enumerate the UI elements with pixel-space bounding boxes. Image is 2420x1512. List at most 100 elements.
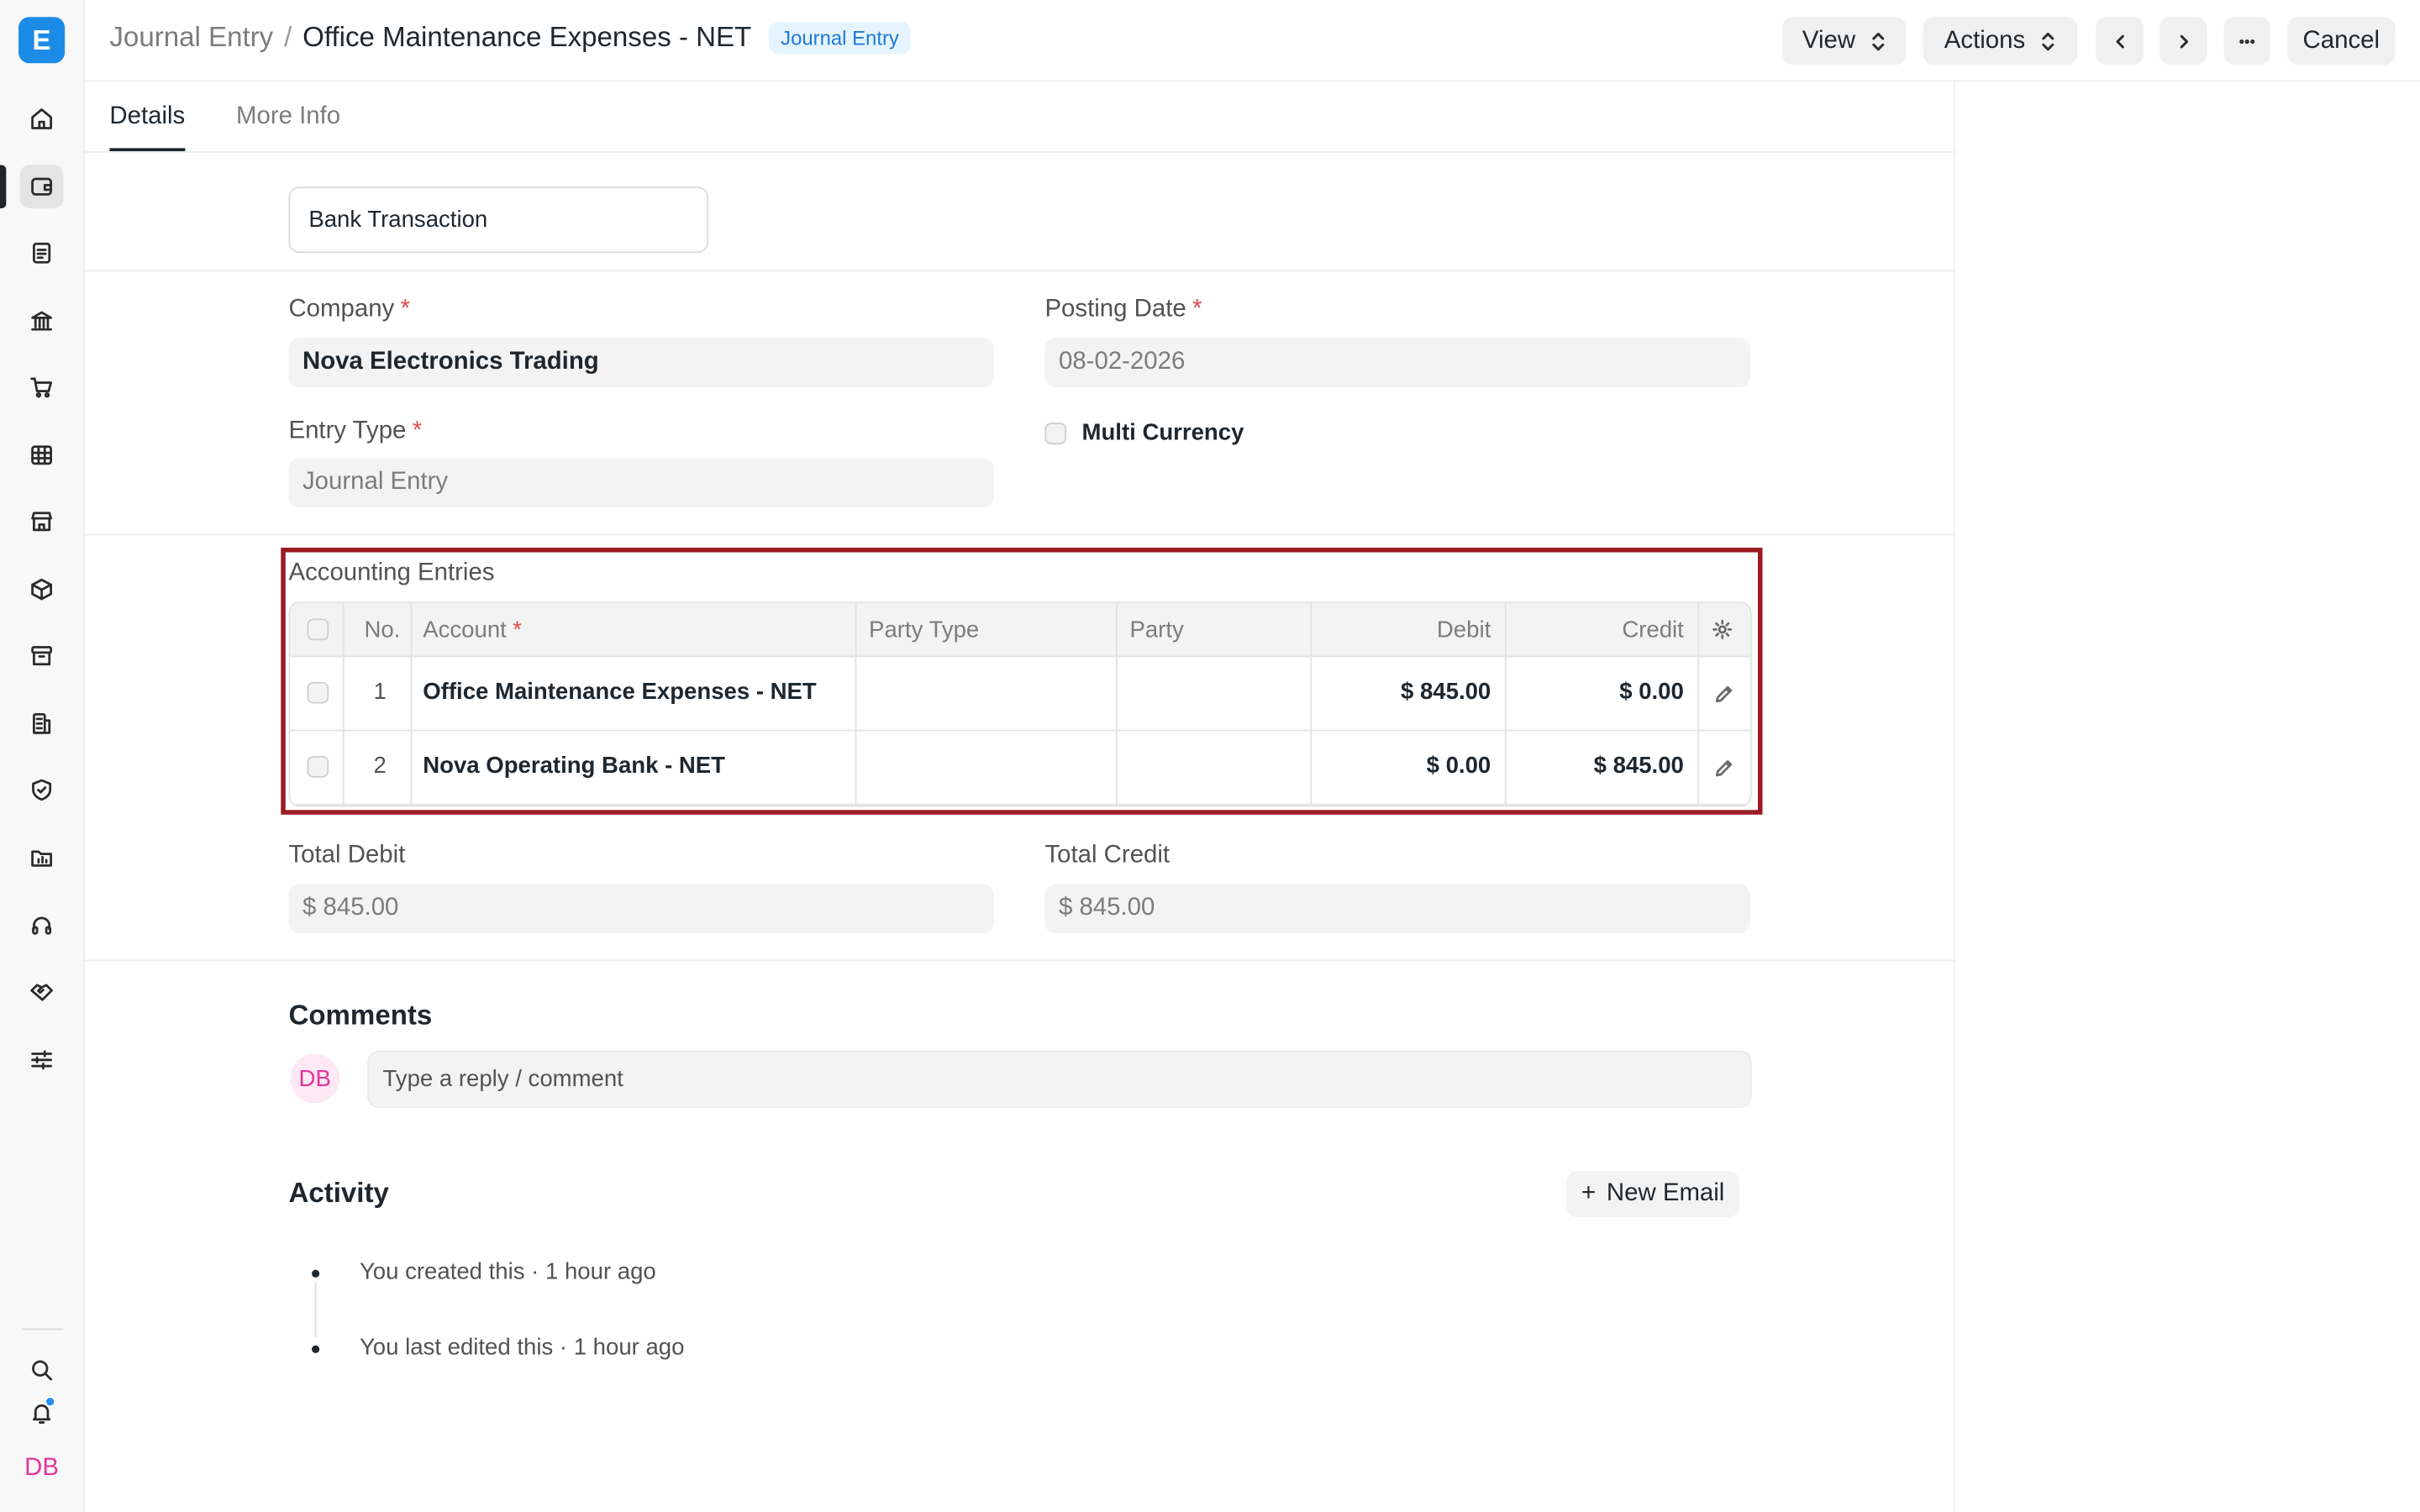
column-divider	[342, 603, 345, 806]
timeline-dot	[312, 1345, 320, 1353]
tab-details[interactable]: Details	[109, 103, 185, 131]
column-divider	[410, 603, 413, 806]
entry-type-field[interactable]: Journal Entry	[288, 458, 994, 508]
company-label: Company *	[288, 296, 411, 323]
row-debit[interactable]: $ 845.00	[1312, 679, 1491, 705]
sidebar-item-selling[interactable]	[20, 500, 63, 543]
more-options-button[interactable]	[2223, 17, 2270, 66]
entry-type-label: Entry Type *	[288, 417, 423, 444]
company-field[interactable]: Nova Electronics Trading	[288, 338, 994, 388]
comment-avatar: DB	[290, 1053, 340, 1104]
total-credit-label: Total Credit	[1044, 842, 1171, 869]
bank-icon	[31, 311, 52, 331]
row-debit[interactable]: $ 0.00	[1312, 753, 1491, 779]
search-icon	[32, 1360, 52, 1381]
select-all-checkbox[interactable]	[307, 618, 329, 641]
sidebar-search[interactable]	[20, 1348, 63, 1391]
column-divider	[1504, 603, 1507, 806]
sidebar-item-quality[interactable]	[20, 769, 63, 811]
breadcrumb-parent-link[interactable]: Journal Entry	[109, 22, 273, 55]
accounting-entries-table: No. Account * Party Type Party Debit Cred…	[288, 601, 1752, 807]
header-account: Account *	[423, 617, 522, 643]
sidebar-item-crm[interactable]	[20, 970, 63, 1013]
timeline-dot	[312, 1269, 320, 1278]
comment-input[interactable]: Type a reply / comment	[367, 1050, 1752, 1108]
next-record-button[interactable]	[2159, 17, 2207, 66]
sidebar-notifications[interactable]	[20, 1392, 63, 1435]
sidebar-item-settings[interactable]	[20, 1038, 63, 1081]
tab-more-info[interactable]: More Info	[236, 103, 340, 131]
row-credit[interactable]: $ 845.00	[1507, 753, 1684, 779]
previous-record-button[interactable]	[2096, 17, 2144, 66]
table-row[interactable]: 2 Nova Operating Bank - NET $ 0.00 $ 845…	[290, 731, 1750, 806]
voucher-type-field[interactable]: Bank Transaction	[288, 186, 709, 254]
row-select-checkbox[interactable]	[307, 755, 329, 778]
edit-row-button[interactable]	[1713, 684, 1735, 713]
multi-currency-label: Multi Currency	[1081, 419, 1244, 446]
column-settings-button[interactable]	[1712, 619, 1733, 648]
sidebar-item-projects[interactable]	[20, 836, 63, 879]
chevron-left-icon	[2115, 34, 2123, 48]
chevron-up-down-icon	[1872, 32, 1885, 50]
multi-currency-checkbox[interactable]	[1044, 423, 1067, 444]
sidebar-item-reports[interactable]	[20, 433, 63, 476]
active-tab-indicator	[109, 148, 186, 151]
chevron-up-down-icon	[2042, 32, 2054, 50]
sidebar-item-support[interactable]	[20, 904, 63, 947]
total-credit-field: $ 845.00	[1044, 884, 1750, 934]
column-divider	[1115, 603, 1118, 806]
header-party-type: Party Type	[869, 617, 980, 643]
sidebar-item-documents[interactable]	[20, 232, 63, 275]
gear-icon	[1712, 619, 1733, 639]
notification-dot	[45, 1396, 56, 1408]
sliders-icon	[31, 1050, 52, 1070]
form-area: Details More Info Bank Transaction Compa…	[85, 81, 1956, 1512]
breadcrumb: Journal Entry / Office Maintenance Expen…	[109, 21, 912, 55]
row-number: 1	[373, 679, 387, 706]
activity-heading: Activity	[288, 1177, 389, 1209]
header-no: No.	[364, 617, 401, 643]
row-number: 2	[373, 753, 387, 780]
sidebar-item-banking[interactable]	[20, 299, 63, 342]
new-email-button[interactable]: + New Email	[1566, 1171, 1739, 1218]
wallet-icon	[31, 177, 52, 196]
cancel-button[interactable]: Cancel	[2286, 17, 2396, 66]
user-avatar[interactable]: DB	[20, 1447, 63, 1490]
archive-icon	[31, 646, 52, 666]
breadcrumb-separator: /	[284, 21, 292, 53]
new-email-label: New Email	[1606, 1180, 1725, 1207]
row-credit[interactable]: $ 0.00	[1507, 679, 1684, 705]
table-header: No. Account * Party Type Party Debit Cred…	[290, 603, 1750, 658]
sidebar-item-stock[interactable]	[20, 568, 63, 611]
section-divider	[85, 533, 1956, 536]
sidebar-item-accounting[interactable]	[19, 165, 64, 208]
sidebar-divider	[21, 1328, 64, 1331]
view-button[interactable]: View	[1782, 17, 1907, 66]
sidebar: E DB	[0, 0, 86, 1512]
package-icon	[31, 578, 52, 601]
home-icon	[31, 108, 52, 129]
sidebar-item-organization[interactable]	[20, 702, 63, 745]
row-account[interactable]: Nova Operating Bank - NET	[423, 753, 725, 779]
sidebar-item-buying[interactable]	[20, 365, 63, 408]
activity-item: You created this · 1 hour ago	[359, 1258, 656, 1285]
column-divider	[1697, 603, 1700, 806]
row-select-checkbox[interactable]	[307, 681, 329, 704]
table-row[interactable]: 1 Office Maintenance Expenses - NET $ 84…	[290, 657, 1750, 732]
total-debit-field: $ 845.00	[288, 884, 994, 934]
edit-row-button[interactable]	[1713, 758, 1735, 787]
section-divider	[85, 959, 1956, 962]
posting-date-label: Posting Date *	[1044, 296, 1202, 323]
pencil-icon	[1715, 685, 1733, 703]
posting-date-field[interactable]: 08-02-2026	[1044, 338, 1750, 388]
document-icon	[33, 242, 51, 264]
header-debit: Debit	[1436, 617, 1491, 643]
section-divider	[85, 270, 1956, 272]
view-button-label: View	[1802, 27, 1856, 54]
app-logo[interactable]: E	[18, 17, 66, 64]
sidebar-item-assets[interactable]	[20, 634, 63, 677]
page-header: Journal Entry / Office Maintenance Expen…	[85, 0, 2420, 82]
row-account[interactable]: Office Maintenance Expenses - NET	[423, 679, 817, 705]
sidebar-item-home[interactable]	[20, 97, 63, 140]
actions-button[interactable]: Actions	[1923, 17, 2078, 66]
